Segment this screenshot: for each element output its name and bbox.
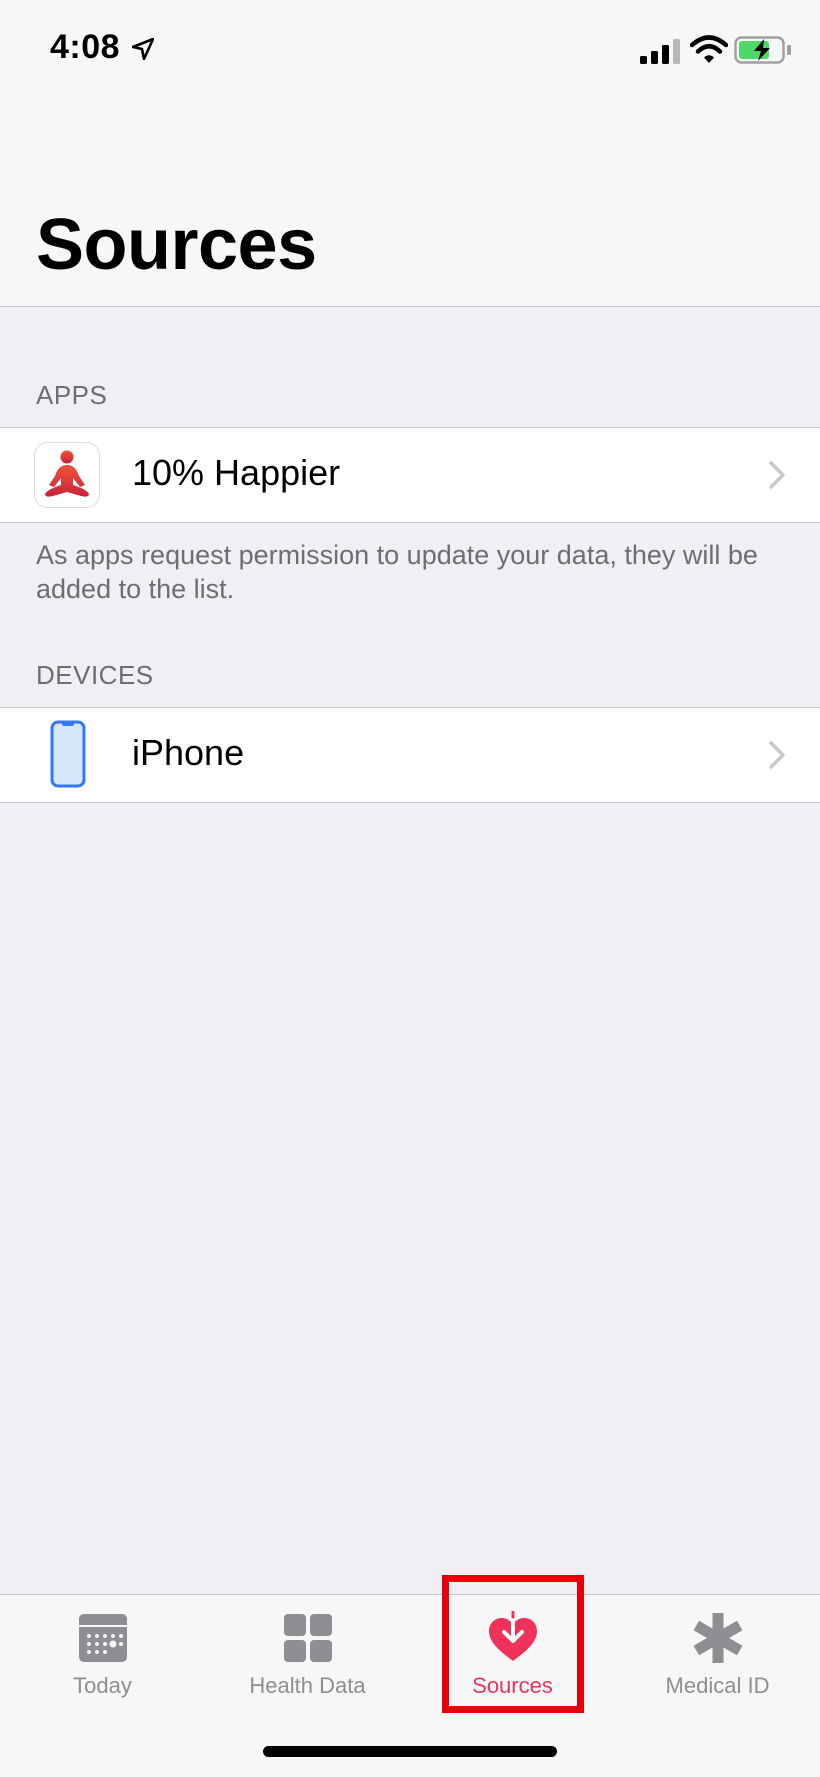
tab-label: Health Data (249, 1673, 366, 1698)
devices-section-header: DEVICES (36, 660, 154, 690)
location-arrow-icon (132, 38, 154, 60)
app-icon (34, 442, 100, 508)
page-title: Sources (36, 205, 317, 285)
calendar-icon (78, 1614, 127, 1662)
grid-icon (283, 1614, 332, 1662)
apps-section-footer: As apps request permission to update you… (36, 540, 758, 604)
tab-medical-id[interactable]: Medical ID (615, 1595, 820, 1705)
cellular-signal-icon (640, 39, 680, 64)
wifi-icon (690, 35, 728, 63)
highlight-box (442, 1575, 584, 1713)
tab-today[interactable]: Today (0, 1595, 205, 1705)
list-item-10-happier[interactable]: 10% Happier (0, 427, 820, 523)
apps-section-header: APPS (36, 380, 108, 410)
iphone-icon (50, 720, 86, 788)
battery-charging-icon (734, 36, 791, 64)
row-label: 10% Happier (132, 452, 341, 493)
chevron-right-icon (769, 741, 785, 769)
home-indicator[interactable] (263, 1746, 557, 1757)
nav-header: Sources (0, 100, 820, 307)
status-time: 4:08 (50, 28, 121, 66)
tab-label: Today (73, 1673, 132, 1698)
status-bar: 4:08 (0, 0, 820, 100)
tab-health-data[interactable]: Health Data (205, 1595, 410, 1705)
chevron-right-icon (769, 461, 785, 489)
asterisk-icon (693, 1613, 742, 1663)
row-label: iPhone (132, 732, 245, 773)
tab-label: Medical ID (665, 1673, 770, 1698)
list-item-iphone[interactable]: iPhone (0, 707, 820, 803)
meditation-figure-icon (45, 450, 89, 497)
